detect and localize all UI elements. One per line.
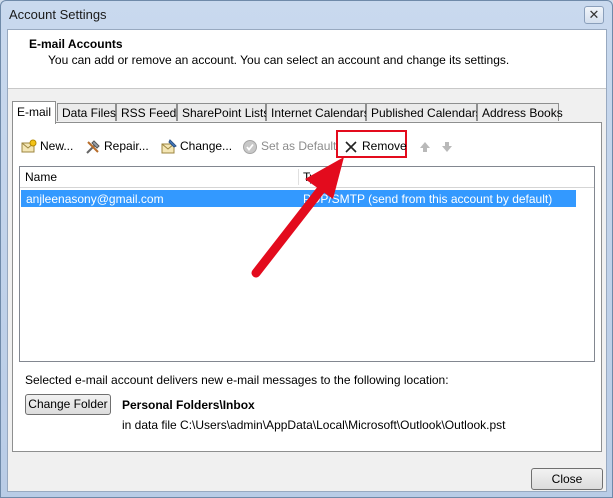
repair-label: Repair... [104,139,149,153]
set-default-icon [243,139,257,154]
column-header-type[interactable]: Type [303,170,329,184]
tab-data-files[interactable]: Data Files [57,103,116,121]
list-header: Name Type [20,167,594,188]
column-header-name[interactable]: Name [25,170,57,184]
repair-icon [86,140,100,154]
window-title: Account Settings [9,7,107,22]
change-button[interactable]: Change... [161,137,232,155]
tab-rss-feeds[interactable]: RSS Feeds [116,103,182,121]
close-button[interactable]: Close [531,468,603,490]
account-list[interactable]: Name Type anjleenasony@gmail.com POP/SMT… [19,166,595,362]
new-account-icon [21,139,37,153]
change-folder-button[interactable]: Change Folder [25,394,111,415]
account-name-cell: anjleenasony@gmail.com [26,192,164,206]
tab-internet-calendars[interactable]: Internet Calendars [266,103,370,121]
remove-button[interactable]: Remove [343,137,407,155]
move-down-icon [442,141,452,152]
header-title: E-mail Accounts [29,37,123,51]
account-type-cell: POP/SMTP (send from this account by defa… [303,192,553,206]
table-row[interactable]: anjleenasony@gmail.com POP/SMTP (send fr… [21,190,576,207]
dialog-client: E-mail Accounts You can add or remove an… [7,29,607,492]
move-down-button[interactable] [439,137,458,155]
column-separator [298,169,299,185]
remove-label: Remove [362,139,407,153]
move-up-button[interactable] [417,137,436,155]
repair-button[interactable]: Repair... [85,137,149,155]
header-description: You can add or remove an account. You ca… [48,53,510,67]
folder-name: Personal Folders\Inbox [122,398,255,412]
set-default-label: Set as Default [261,139,337,153]
move-up-icon [420,141,430,152]
data-file-path: in data file C:\Users\admin\AppData\Loca… [122,418,506,432]
new-button[interactable]: New... [21,137,73,155]
email-tab-panel: New... Repair... Change... Set as Defaul… [12,122,602,452]
set-default-button[interactable]: Set as Default [242,137,336,155]
tab-address-books[interactable]: Address Books [477,103,563,121]
remove-x-icon [345,141,357,153]
change-icon [161,138,177,154]
dialog-header: E-mail Accounts You can add or remove an… [8,30,606,89]
account-settings-window: Account Settings ✕ E-mail Accounts You c… [0,0,613,498]
tab-sharepoint-lists[interactable]: SharePoint Lists [177,103,269,121]
tab-email[interactable]: E-mail [12,101,56,124]
tab-published-calendars[interactable]: Published Calendars [366,103,482,121]
new-label: New... [40,139,74,153]
title-bar: Account Settings ✕ [1,1,612,29]
change-label: Change... [180,139,233,153]
delivery-location-text: Selected e-mail account delivers new e-m… [25,373,449,387]
window-close-button[interactable]: ✕ [584,6,604,24]
